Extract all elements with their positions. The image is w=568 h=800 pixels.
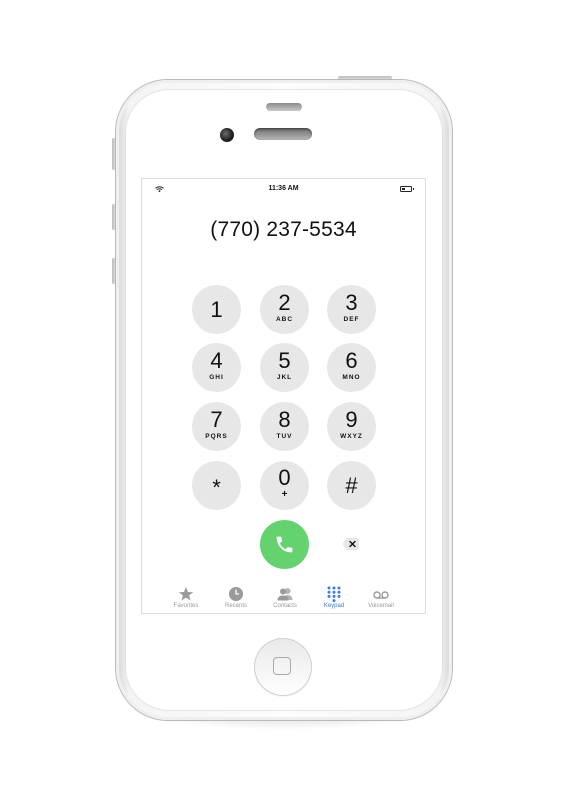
key-digit: 4 <box>210 348 223 373</box>
key-letters: PQRS <box>205 433 228 440</box>
home-square-icon <box>273 657 291 675</box>
key-3[interactable]: 3 DEF <box>327 285 376 334</box>
key-7[interactable]: 7 PQRS <box>192 402 241 451</box>
key-digit: 2 <box>278 290 291 315</box>
key-1[interactable]: 1 <box>192 285 241 334</box>
phone-handset-icon <box>276 536 293 553</box>
tab-voicemail[interactable]: Voicemail <box>356 586 406 609</box>
key-hash[interactable]: # <box>327 461 376 510</box>
tab-bar: Favorites Recents Contacts Keypad Voicem… <box>142 583 425 613</box>
key-star[interactable]: * <box>192 461 241 510</box>
key-9[interactable]: 9 WXYZ <box>327 402 376 451</box>
key-6[interactable]: 6 MNO <box>327 343 376 392</box>
tab-label: Contacts <box>273 603 297 609</box>
tab-label: Keypad <box>323 603 345 609</box>
key-4[interactable]: 4 GHI <box>192 343 241 392</box>
key-letters: ABC <box>275 316 294 323</box>
earpiece-speaker <box>254 128 312 140</box>
battery-icon <box>400 186 414 192</box>
key-digit: 8 <box>278 407 291 432</box>
key-letters: DEF <box>343 316 360 323</box>
tab-label: Favorites <box>173 603 199 609</box>
home-button[interactable] <box>254 638 312 696</box>
key-digit: # <box>345 473 358 498</box>
key-8[interactable]: 8 TUV <box>260 402 309 451</box>
key-digit: 9 <box>345 407 358 432</box>
key-digit: 0 <box>278 465 291 490</box>
tab-contacts[interactable]: Contacts <box>260 586 310 609</box>
key-digit: 7 <box>210 407 223 432</box>
call-button[interactable] <box>260 520 309 569</box>
key-digit: 5 <box>278 348 291 373</box>
key-5[interactable]: 5 JKL <box>260 343 309 392</box>
key-0[interactable]: 0 + <box>260 461 309 510</box>
key-digit: 3 <box>345 290 358 315</box>
dialed-number: (770) 237-5534 <box>210 218 357 241</box>
key-letters: GHI <box>209 374 224 381</box>
key-digit: 1 <box>210 297 223 322</box>
tab-label: Voicemail <box>368 603 394 609</box>
keypad-icon <box>327 586 341 602</box>
contacts-icon <box>277 588 293 601</box>
status-time: 11:36 AM <box>268 185 299 192</box>
star-icon <box>178 587 194 601</box>
tab-recents[interactable]: Recents <box>211 586 261 609</box>
key-letters: JKL <box>276 374 293 381</box>
phone-screen: 11:36 AM (770) 237-5534 1 2 ABC 3 DEF 4 GHI… <box>141 178 426 614</box>
tab-label: Recents <box>224 603 247 609</box>
key-digit: 6 <box>345 348 358 373</box>
delete-backspace-icon[interactable] <box>342 537 360 551</box>
key-letters: + <box>281 489 288 500</box>
key-letters: TUV <box>276 433 293 440</box>
voicemail-icon <box>373 591 389 599</box>
key-digit: * <box>212 475 221 500</box>
tab-keypad[interactable]: Keypad <box>309 586 359 609</box>
clock-icon <box>229 587 243 601</box>
status-bar: 11:36 AM <box>142 179 425 199</box>
top-speaker <box>266 103 302 111</box>
front-camera <box>220 128 234 142</box>
key-letters: MNO <box>342 374 361 381</box>
tab-favorites[interactable]: Favorites <box>161 586 211 609</box>
key-letters: WXYZ <box>340 433 363 440</box>
key-2[interactable]: 2 ABC <box>260 285 309 334</box>
